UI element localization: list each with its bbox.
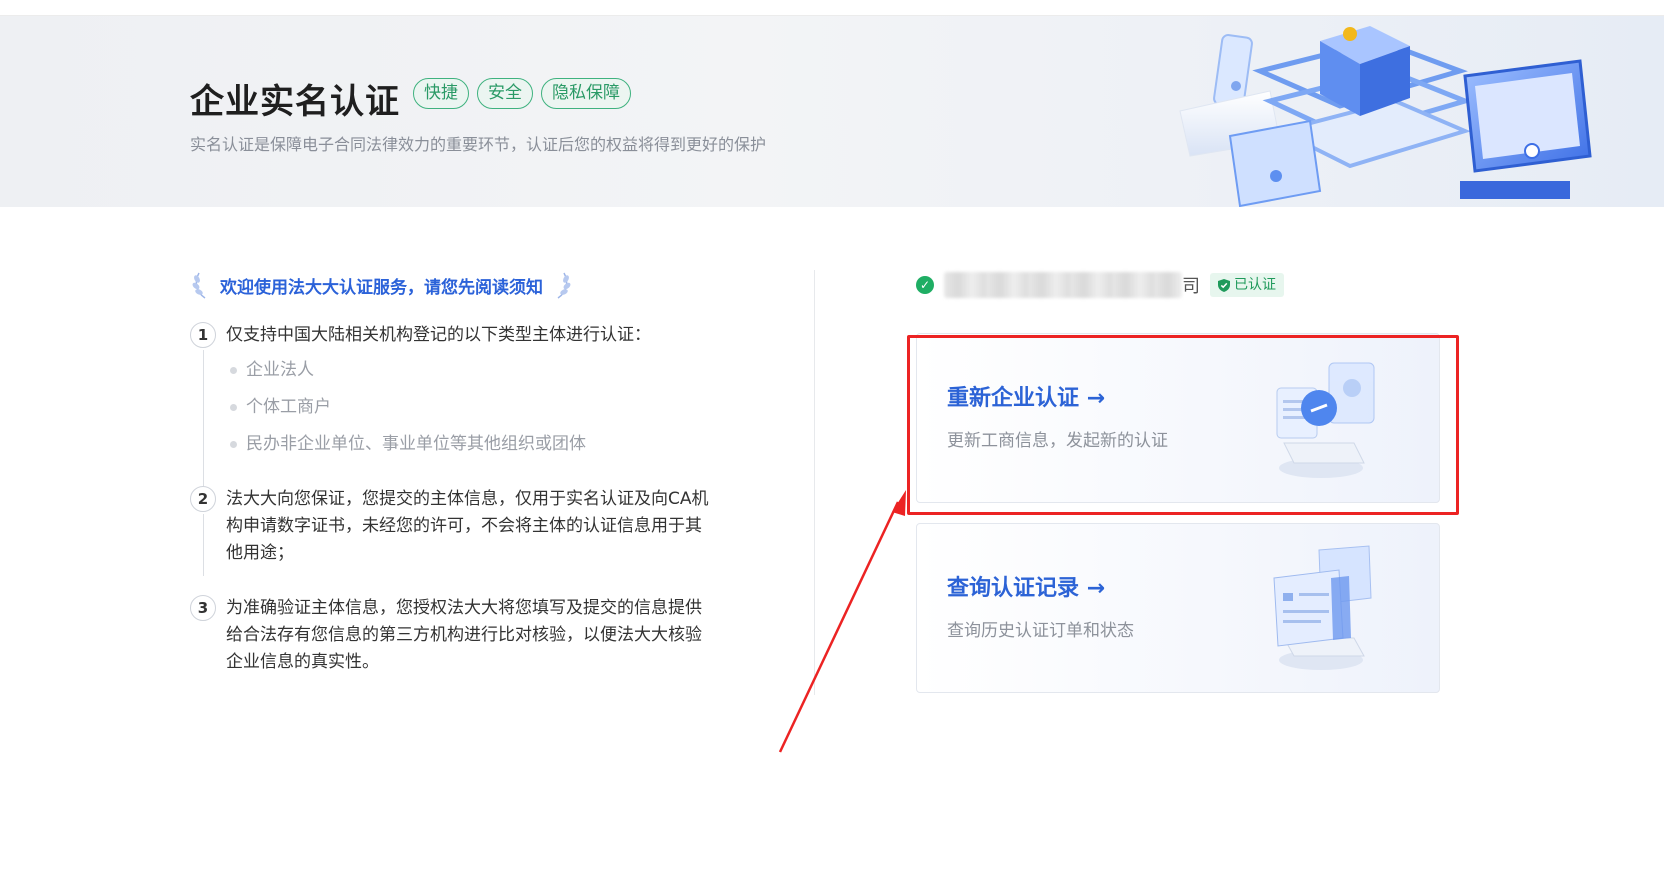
recertify-card[interactable]: 重新企业认证 → 更新工商信息，发起新的认证 [916, 333, 1440, 503]
welcome-heading: 欢迎使用法大大认证服务，请您先阅读须知 [190, 270, 710, 300]
recertify-desc: 更新工商信息，发起新的认证 [947, 431, 1168, 451]
check-circle-icon: ✓ [916, 276, 934, 294]
rule-text: 法大大向您保证，您提交的主体信息，仅用于实名认证及向CA机构申请数字证书，未经您… [226, 489, 709, 563]
rule-item: 3 为准确验证主体信息，您授权法大大将您填写及提交的信息提供给合法存有您信息的第… [190, 595, 710, 676]
tag-fast: 快捷 [413, 78, 469, 109]
page-subtitle: 实名认证是保障电子合同法律效力的重要环节，认证后您的权益将得到更好的保护 [190, 135, 767, 154]
feature-tags: 快捷 安全 隐私保障 [413, 78, 631, 109]
company-name-redacted [944, 272, 1182, 298]
entity-type-list: 企业法人 个体工商户 民办非企业单位、事业单位等其他组织或团体 [226, 357, 710, 458]
status-badge: 已认证 [1210, 273, 1284, 297]
records-illustration-icon [1273, 545, 1372, 670]
company-status-row: ✓ 司 已认证 [916, 270, 1284, 300]
banner-illustration [1179, 26, 1592, 207]
entity-type-item: 个体工商户 [226, 394, 710, 421]
rule-item: 2 法大大向您保证，您提交的主体信息，仅用于实名认证及向CA机构申请数字证书，未… [190, 486, 710, 576]
entity-type-item: 民办非企业单位、事业单位等其他组织或团体 [226, 431, 710, 458]
page-title: 企业实名认证 [190, 82, 400, 122]
rule-number: 1 [190, 322, 216, 348]
records-desc: 查询历史认证订单和状态 [947, 621, 1134, 641]
rule-number: 3 [190, 595, 216, 621]
recertify-title[interactable]: 重新企业认证 → [947, 380, 1105, 412]
rule-item: 1 仅支持中国大陆相关机构登记的以下类型主体进行认证： 企业法人 个体工商户 民… [190, 322, 710, 490]
tag-privacy: 隐私保障 [541, 78, 631, 109]
status-badge-label: 已认证 [1234, 277, 1276, 293]
top-bar [0, 0, 1664, 16]
header-banner: 企业实名认证 快捷 安全 隐私保障 实名认证是保障电子合同法律效力的重要环节，认… [0, 16, 1664, 207]
notice-panel: 欢迎使用法大大认证服务，请您先阅读须知 1 仅支持中国大陆相关机构登记的以下类型… [190, 270, 710, 704]
records-title[interactable]: 查询认证记录 → [947, 570, 1105, 602]
rule-number: 2 [190, 486, 216, 512]
shield-check-icon [1218, 278, 1230, 292]
rule-connector [203, 514, 204, 576]
recertify-illustration-icon [1276, 362, 1375, 478]
company-name-tail: 司 [1182, 276, 1200, 297]
records-card[interactable]: 查询认证记录 → 查询历史认证订单和状态 [916, 523, 1440, 693]
rule-text: 仅支持中国大陆相关机构登记的以下类型主体进行认证： [226, 325, 651, 345]
notice-rules: 1 仅支持中国大陆相关机构登记的以下类型主体进行认证： 企业法人 个体工商户 民… [190, 322, 710, 676]
laurel-right-icon [557, 272, 571, 299]
welcome-text: 欢迎使用法大大认证服务，请您先阅读须知 [220, 277, 543, 298]
tag-secure: 安全 [477, 78, 533, 109]
rule-connector [203, 350, 204, 490]
annotation-arrow [778, 490, 906, 753]
column-divider [814, 270, 815, 695]
laurel-left-icon [192, 272, 206, 299]
rule-text: 为准确验证主体信息，您授权法大大将您填写及提交的信息提供给合法存有您信息的第三方… [226, 598, 702, 672]
entity-type-item: 企业法人 [226, 357, 710, 384]
